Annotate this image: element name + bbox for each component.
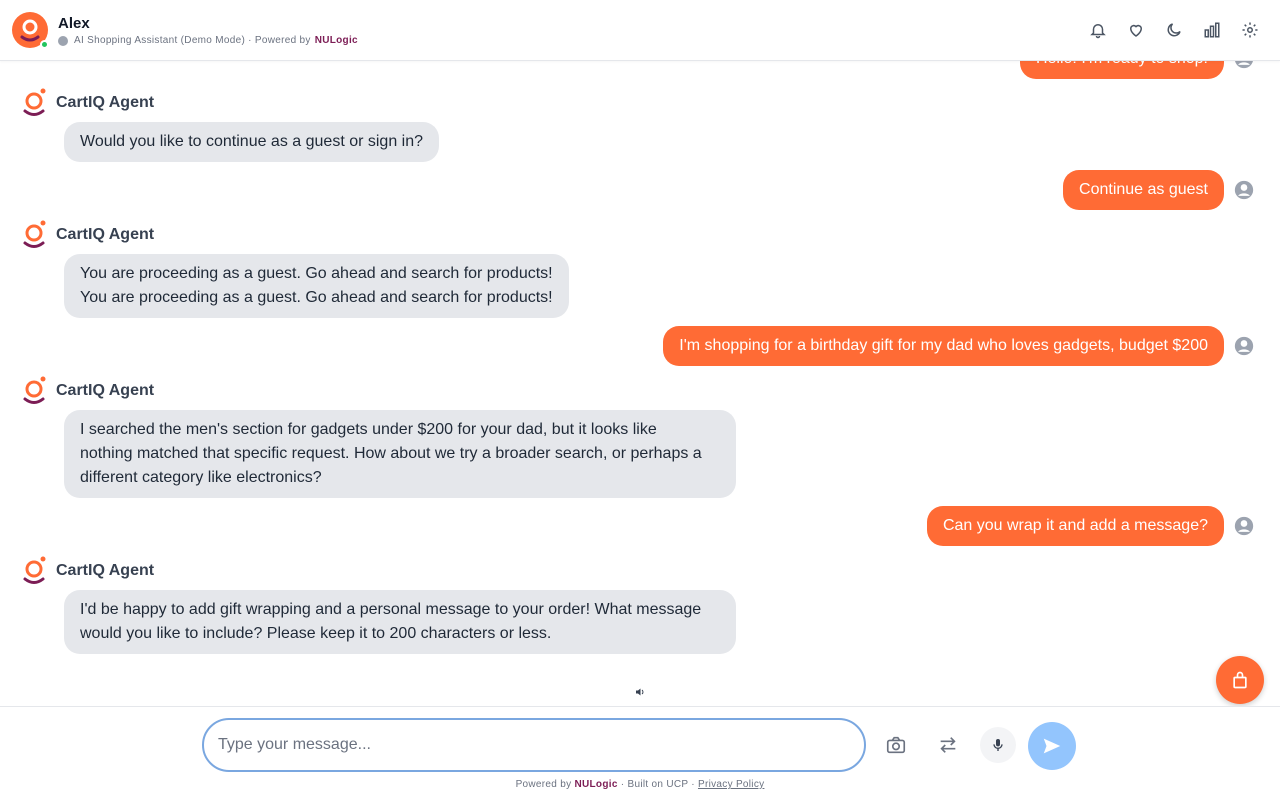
microphone-button[interactable]	[980, 727, 1016, 763]
online-status-dot	[40, 40, 49, 49]
user-message: I'm shopping for a birthday gift for my …	[663, 326, 1224, 366]
bar-chart-icon[interactable]	[1202, 20, 1222, 40]
chat-transcript[interactable]: Hello! I'm ready to shop! CartIQ Agent W…	[0, 61, 1280, 706]
info-icon	[58, 35, 68, 46]
send-icon	[1043, 738, 1061, 754]
cartiq-logo-icon	[23, 556, 46, 584]
user-message: Hello! I'm ready to shop!	[1019, 61, 1224, 79]
user-message: Continue as guest	[1063, 170, 1224, 210]
cartiq-logo-icon	[23, 376, 46, 404]
user-message: Can you wrap it and add a message?	[926, 506, 1224, 546]
user-avatar-icon	[1235, 61, 1253, 69]
cartiq-logo-icon	[20, 19, 40, 42]
agent-message: I'd be happy to add gift wrapping and a …	[64, 590, 736, 654]
agent-header: CartIQ Agent	[22, 87, 154, 119]
user-avatar-icon	[1234, 336, 1254, 356]
shopping-bag-icon	[1233, 671, 1247, 689]
agent-header: CartIQ Agent	[22, 555, 154, 587]
agent-message: Would you like to continue as a guest or…	[64, 122, 440, 162]
cartiq-logo-icon	[23, 220, 46, 248]
message-line: would you like to include? Please keep i…	[80, 625, 552, 642]
agent-name: CartIQ Agent	[56, 562, 155, 579]
assistant-name: Alex	[58, 15, 90, 32]
message-line: I'd be happy to add gift wrapping and a …	[80, 601, 702, 618]
message-line: You are proceeding as a guest. Go ahead …	[80, 289, 553, 306]
privacy-policy-link[interactable]: Privacy Policy	[698, 779, 764, 790]
message-line: I searched the men's section for gadgets…	[80, 421, 657, 438]
moon-icon[interactable]	[1164, 20, 1184, 40]
agent-header: CartIQ Agent	[22, 219, 154, 251]
send-button[interactable]	[1028, 722, 1076, 770]
agent-name: CartIQ Agent	[56, 226, 155, 243]
assistant-subtitle: AI Shopping Assistant (Demo Mode) · Powe…	[58, 35, 358, 46]
message-line: You are proceeding as a guest. Go ahead …	[80, 265, 553, 282]
user-avatar-icon	[1234, 180, 1254, 200]
cartiq-logo-icon	[23, 88, 46, 116]
heart-icon[interactable]	[1126, 20, 1146, 40]
message-line: different category like electronics?	[80, 469, 322, 486]
agent-name: CartIQ Agent	[56, 94, 155, 111]
message-line: nothing matched that specific request. H…	[80, 445, 702, 462]
speaker-icon[interactable]	[634, 685, 646, 703]
agent-header: CartIQ Agent	[22, 375, 154, 407]
microphone-icon	[993, 739, 1003, 751]
swap-arrows-icon[interactable]	[936, 733, 960, 757]
footer-brand-link[interactable]: NULogic	[574, 779, 617, 790]
bell-icon[interactable]	[1088, 20, 1108, 40]
camera-icon[interactable]	[884, 733, 908, 757]
gear-icon[interactable]	[1240, 20, 1260, 40]
agent-message: You are proceeding as a guest. Go ahead …	[64, 254, 569, 318]
message-input[interactable]	[202, 718, 866, 772]
header-actions	[1088, 20, 1260, 40]
shopping-bag-button[interactable]	[1216, 656, 1264, 704]
user-avatar-icon	[1234, 516, 1254, 536]
agent-message: I searched the men's section for gadgets…	[64, 410, 736, 498]
app-header: Alex AI Shopping Assistant (Demo Mode) ·…	[0, 0, 1280, 61]
footer: Powered by NULogic · Built on UCP · Priv…	[515, 779, 765, 790]
brand-link[interactable]: NULogic	[315, 35, 358, 46]
composer: Powered by NULogic · Built on UCP · Priv…	[0, 706, 1280, 800]
agent-name: CartIQ Agent	[56, 382, 155, 399]
